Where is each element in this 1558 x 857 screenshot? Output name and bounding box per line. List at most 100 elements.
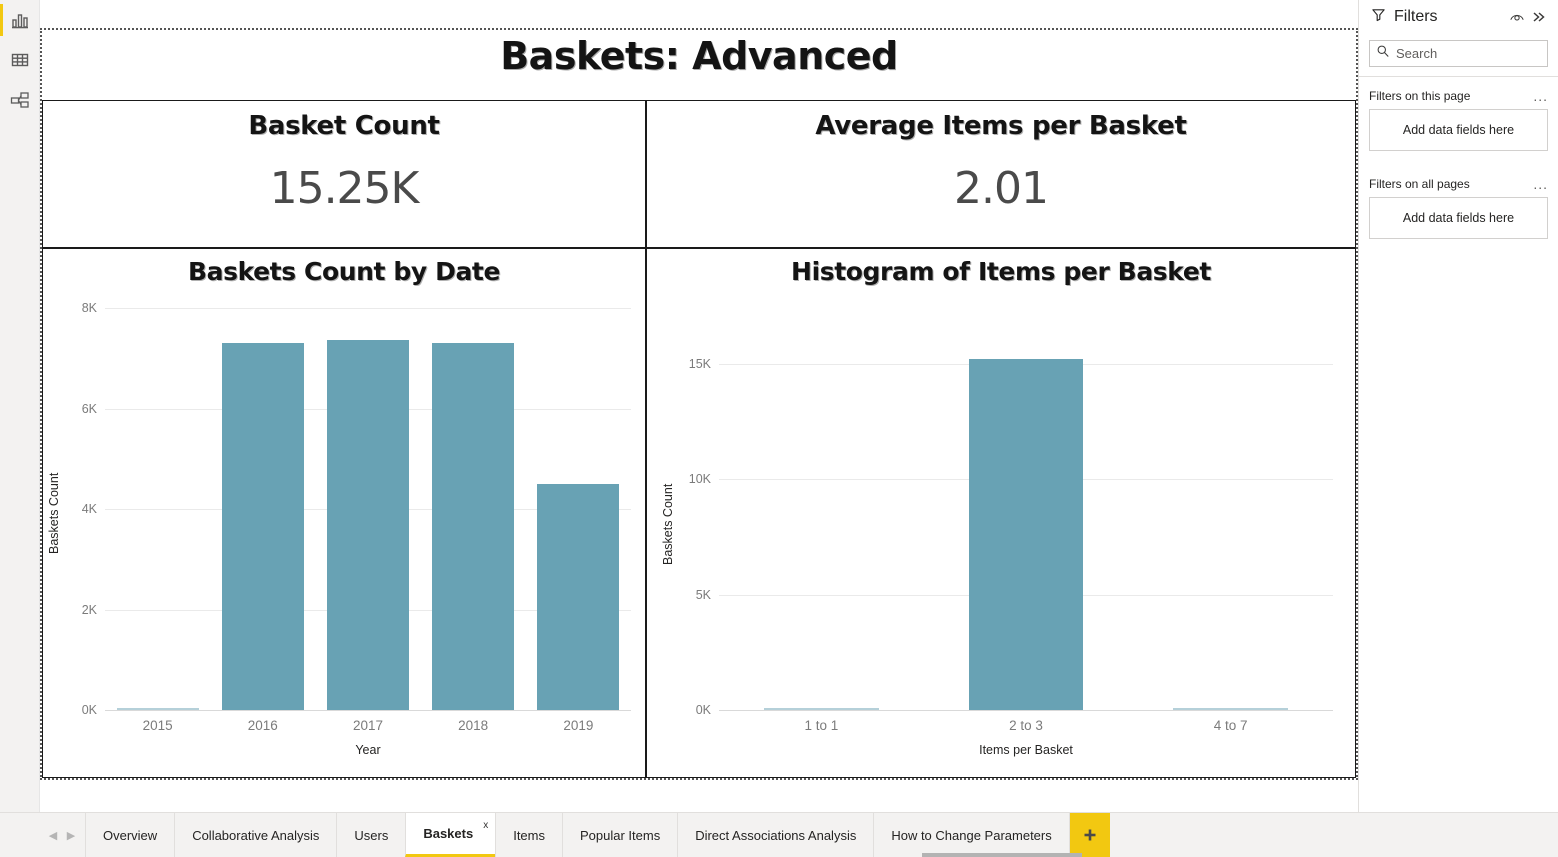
- filters-title: Filters: [1394, 8, 1506, 26]
- x-axis-tick-label: 2 to 3: [924, 718, 1129, 733]
- page-tab-label: Users: [354, 828, 388, 843]
- tab-next-button[interactable]: ▶: [62, 813, 80, 857]
- search-icon: [1376, 44, 1390, 63]
- spacer: [1359, 151, 1558, 165]
- gridline: [105, 308, 631, 309]
- eye-icon[interactable]: [1506, 6, 1528, 28]
- search-input[interactable]: [1396, 46, 1541, 61]
- power-bi-window: Baskets: Advanced Basket Count 15.25K Av…: [0, 0, 1558, 857]
- filter-group-header: Filters on all pages ...: [1369, 171, 1548, 197]
- filter-dropzone-this-page[interactable]: Add data fields here: [1369, 109, 1548, 151]
- page-tab-baskets[interactable]: Baskets x: [405, 813, 496, 857]
- chart-baskets-count-by-date[interactable]: Baskets Count by Date Baskets Count0K2K4…: [42, 248, 646, 778]
- filters-header: Filters: [1359, 0, 1558, 34]
- data-view-icon: [9, 49, 31, 71]
- page-tab-label: Overview: [103, 828, 157, 843]
- y-axis-tick-label: 2K: [43, 603, 97, 617]
- x-axis-title: Items per Basket: [719, 743, 1333, 757]
- y-axis-tick-label: 10K: [647, 472, 711, 486]
- bar[interactable]: [432, 343, 514, 710]
- x-axis-tick-label: 2017: [315, 718, 420, 733]
- page-tab-popular-items[interactable]: Popular Items: [562, 813, 678, 857]
- page-tab-how-to-change-parameters[interactable]: How to Change Parameters: [873, 813, 1069, 857]
- filter-group-more-button[interactable]: ...: [1533, 179, 1548, 189]
- add-page-button[interactable]: [1070, 813, 1110, 857]
- chart-histogram-of-items-per-basket[interactable]: Histogram of Items per Basket Baskets Co…: [646, 248, 1356, 778]
- x-axis-tick-label: 2015: [105, 718, 210, 733]
- filter-group-label: Filters on this page: [1369, 89, 1533, 103]
- view-switcher-rail: [0, 0, 40, 812]
- filter-group-all-pages: Filters on all pages ... Add data fields…: [1359, 171, 1558, 239]
- filters-search-box[interactable]: [1369, 40, 1548, 67]
- filter-group-more-button[interactable]: ...: [1533, 91, 1548, 101]
- rail-item-report-view[interactable]: [0, 0, 40, 40]
- page-tab-label: Direct Associations Analysis: [695, 828, 856, 843]
- kpi-title: Basket Count: [43, 111, 645, 141]
- y-axis-tick-label: 4K: [43, 502, 97, 516]
- report-view-icon: [9, 9, 31, 31]
- funnel-icon: [1371, 7, 1386, 27]
- report-page: Baskets: Advanced Basket Count 15.25K Av…: [40, 28, 1358, 780]
- y-axis-tick-label: 0K: [43, 703, 97, 717]
- bar[interactable]: [1173, 708, 1288, 711]
- plus-icon: [1082, 827, 1098, 843]
- axis-baseline: [105, 710, 631, 711]
- page-tab-label: Collaborative Analysis: [192, 828, 319, 843]
- bar[interactable]: [537, 484, 619, 710]
- page-title: Baskets: Advanced: [42, 34, 1356, 78]
- axis-baseline: [719, 710, 1333, 711]
- y-axis-tick-label: 15K: [647, 357, 711, 371]
- kpi-card-average-items-per-basket[interactable]: Average Items per Basket 2.01: [646, 100, 1356, 248]
- filter-dropzone-all-pages[interactable]: Add data fields here: [1369, 197, 1548, 239]
- page-tab-bar: ◀ ▶ Overview Collaborative Analysis Users B…: [0, 812, 1558, 857]
- chart-title: Baskets Count by Date: [43, 257, 645, 286]
- x-axis-tick-label: 2016: [210, 718, 315, 733]
- page-tab-items[interactable]: Items: [495, 813, 563, 857]
- kpi-card-basket-count[interactable]: Basket Count 15.25K: [42, 100, 646, 248]
- y-axis-tick-label: 5K: [647, 588, 711, 602]
- filter-group-header: Filters on this page ...: [1369, 83, 1548, 109]
- tab-list: Overview Collaborative Analysis Users Baske…: [86, 813, 1070, 857]
- tab-prev-button[interactable]: ◀: [44, 813, 62, 857]
- x-axis-tick-label: 2019: [526, 718, 631, 733]
- x-axis-tick-label: 4 to 7: [1128, 718, 1333, 733]
- page-tab-label: Baskets: [423, 826, 473, 841]
- rail-item-data-view[interactable]: [0, 40, 40, 80]
- plot-area: Baskets Count0K2K4K6K8K20152016201720182…: [43, 286, 645, 768]
- page-tab-overview[interactable]: Overview: [85, 813, 175, 857]
- rail-item-model-view[interactable]: [0, 80, 40, 120]
- x-axis-tick-label: 2018: [421, 718, 526, 733]
- page-tab-close-icon[interactable]: x: [483, 820, 488, 831]
- page-tab-label: Popular Items: [580, 828, 660, 843]
- page-tab-collaborative-analysis[interactable]: Collaborative Analysis: [174, 813, 337, 857]
- kpi-title: Average Items per Basket: [647, 111, 1355, 141]
- kpi-value: 15.25K: [43, 163, 645, 214]
- filters-pane: Filters: [1358, 0, 1558, 812]
- y-axis-title: Baskets Count: [661, 483, 675, 564]
- filter-group-label: Filters on all pages: [1369, 177, 1533, 191]
- page-tab-users[interactable]: Users: [336, 813, 406, 857]
- double-chevron-right-icon[interactable]: [1528, 6, 1550, 28]
- model-view-icon: [9, 89, 31, 111]
- y-axis-tick-label: 6K: [43, 402, 97, 416]
- filter-group-this-page: Filters on this page ... Add data fields…: [1359, 83, 1558, 151]
- report-canvas: Baskets: Advanced Basket Count 15.25K Av…: [40, 0, 1358, 812]
- bar[interactable]: [764, 708, 879, 711]
- bar[interactable]: [969, 359, 1084, 710]
- page-tab-label: Items: [513, 828, 545, 843]
- y-axis-tick-label: 0K: [647, 703, 711, 717]
- x-axis-title: Year: [105, 743, 631, 757]
- horizontal-scrollbar[interactable]: [922, 853, 1082, 857]
- page-tab-direct-associations-analysis[interactable]: Direct Associations Analysis: [677, 813, 874, 857]
- chart-title: Histogram of Items per Basket: [647, 257, 1355, 286]
- page-tab-label: How to Change Parameters: [891, 828, 1051, 843]
- x-axis-tick-label: 1 to 1: [719, 718, 924, 733]
- y-axis-tick-label: 8K: [43, 301, 97, 315]
- tab-nav-arrows: ◀ ▶: [38, 813, 86, 857]
- plot-area: Baskets Count 0K 5K 10K 15K 1 to 12 to 34 to …: [647, 286, 1355, 768]
- bar[interactable]: [327, 340, 409, 710]
- filters-divider: [1359, 76, 1558, 77]
- bar[interactable]: [222, 343, 304, 710]
- bar[interactable]: [117, 708, 199, 711]
- kpi-value: 2.01: [647, 163, 1355, 214]
